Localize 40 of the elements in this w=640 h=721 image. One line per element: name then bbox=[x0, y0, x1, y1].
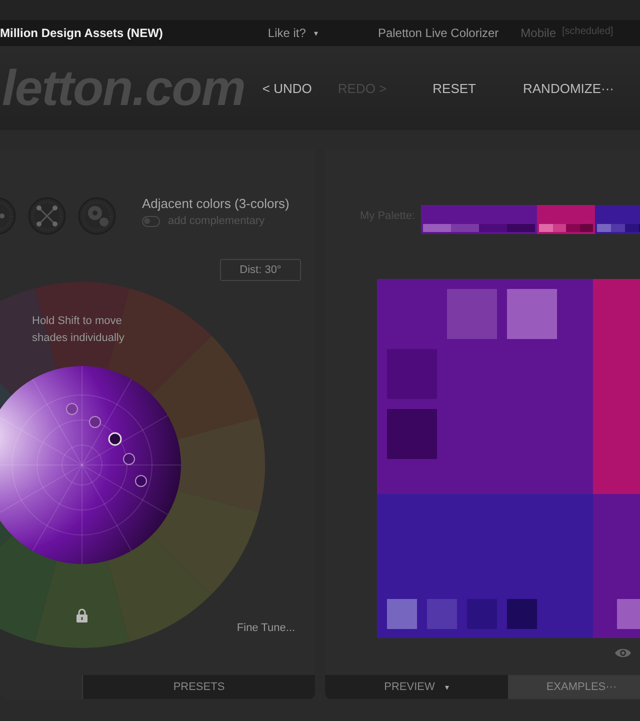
shade-swatch[interactable] bbox=[566, 224, 580, 232]
preview-tile bbox=[427, 599, 457, 629]
toolbar-button[interactable]: RANDOMIZE··· bbox=[523, 80, 614, 96]
shade-swatch[interactable] bbox=[423, 224, 451, 232]
toolbar-button[interactable]: RESET bbox=[432, 80, 476, 96]
shade-swatch[interactable] bbox=[597, 224, 611, 232]
preview-tile bbox=[447, 289, 497, 339]
preview-tile bbox=[617, 599, 640, 629]
preview-tile bbox=[507, 289, 557, 339]
shade-swatch[interactable] bbox=[479, 224, 507, 232]
shade-swatch[interactable] bbox=[580, 224, 593, 232]
shade-swatch[interactable] bbox=[611, 224, 625, 232]
wheel-hint: Hold Shift to move shades individually bbox=[32, 314, 126, 346]
preview-tile bbox=[507, 599, 537, 629]
scheme-icon[interactable] bbox=[78, 197, 116, 235]
shade-swatch[interactable] bbox=[552, 224, 566, 232]
nav-link[interactable]: Million Design Assets (NEW) bbox=[0, 26, 163, 40]
toolbar-button[interactable]: < UNDO bbox=[262, 80, 312, 96]
nav-link[interactable]: Paletton Live Colorizer bbox=[378, 26, 499, 40]
preview-tile bbox=[387, 599, 417, 629]
scheme-icon[interactable] bbox=[28, 197, 66, 235]
palette-swatch[interactable] bbox=[421, 205, 537, 234]
palette-swatch[interactable] bbox=[537, 205, 595, 234]
preview-tile bbox=[387, 409, 437, 459]
eye-icon[interactable] bbox=[614, 647, 632, 659]
view-tab[interactable]: PREVIEW ▾ bbox=[325, 675, 508, 699]
distance-button[interactable]: Dist: 30° bbox=[220, 259, 301, 281]
preview-tile bbox=[467, 599, 497, 629]
palette-swatch[interactable] bbox=[595, 205, 640, 234]
shade-swatch[interactable] bbox=[451, 224, 479, 232]
complementary-toggle[interactable] bbox=[142, 216, 160, 226]
presets-tab[interactable]: PRESETS bbox=[83, 675, 315, 699]
fine-tune-link[interactable]: Fine Tune... bbox=[236, 622, 295, 634]
scheme-title: Adjacent colors (3-colors) bbox=[142, 196, 290, 211]
shade-swatch[interactable] bbox=[625, 224, 639, 232]
shade-swatch[interactable] bbox=[539, 224, 552, 232]
lock-icon[interactable] bbox=[76, 608, 88, 623]
view-tab[interactable]: EXAMPLES··· bbox=[508, 675, 640, 699]
nav-link[interactable]: Like it? ▾ bbox=[268, 26, 318, 40]
shade-swatch[interactable] bbox=[507, 224, 535, 232]
